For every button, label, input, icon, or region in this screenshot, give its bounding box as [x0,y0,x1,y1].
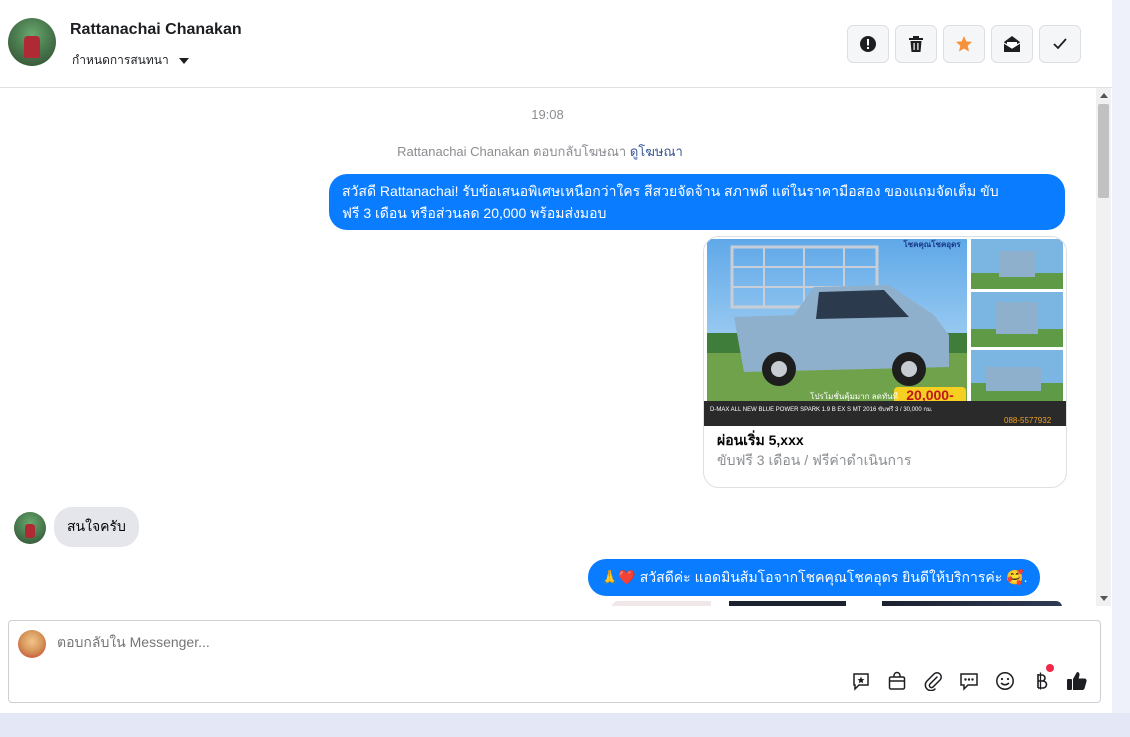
quick-reply-button[interactable] [957,669,981,693]
star-icon [956,36,972,52]
thumbs-up-icon [1067,672,1087,690]
ad-card-subtitle: ขับฟรี 3 เดือน / ฟรีค่าดำเนินการ [717,452,912,468]
saved-reply-button[interactable] [849,669,873,693]
report-icon [860,36,876,52]
attach-button[interactable] [921,669,945,693]
payment-button[interactable] [1029,669,1053,693]
trash-icon [909,36,923,52]
ad-image-spec-text: D-MAX ALL NEW BLUE POWER SPARK 1.9 B EX … [710,405,933,413]
ad-image-brand-text: โชคคุณโชคอุดร [902,239,961,250]
like-button[interactable] [1065,669,1089,693]
thread-timestamp: 19:08 [531,107,564,122]
ad-card[interactable]: 20,000- โปรโมชั่นคุ้มมาก ลดทันที โชคคุณโ… [703,236,1067,488]
saved-reply-icon [853,673,869,691]
ad-image-discount-text: 20,000- [906,387,954,403]
ad-image-promo-text: โปรโมชั่นคุ้มมาก ลดทันที [810,390,898,401]
assign-label: กำหนดการสนทนา [72,53,169,67]
attachment-icon [924,672,942,691]
ad-image: 20,000- โปรโมชั่นคุ้มมาก ลดทันที โชคคุณโ… [704,237,1066,426]
thread-scrollbar[interactable] [1096,88,1111,606]
delete-button[interactable] [895,25,937,63]
conversation-header: Rattanachai Chanakan กำหนดการสนทนา [0,0,1112,88]
right-gutter [1112,0,1130,713]
ad-reply-notice: Rattanachai Chanakan ตอบกลับโฆษณา ดูโฆษณ… [0,141,1080,162]
contact-name[interactable]: Rattanachai Chanakan [70,21,242,39]
contact-avatar[interactable] [8,18,56,66]
reply-composer [8,620,1101,703]
outgoing-message-line-2: ฟรี 3 เดือน หรือส่วนลด 20,000 พร้อมส่งมอ… [342,205,607,221]
mark-unread-icon [1003,36,1021,52]
scroll-thumb[interactable] [1098,104,1109,198]
outgoing-message-line-1: สวัสดี Rattanachai! รับข้อเสนอพิเศษเหนือ… [342,183,999,199]
report-button[interactable] [847,25,889,63]
ad-image-phone-text: 088-5577932 [1004,416,1052,425]
ad-card-title: ผ่อนเริ่ม 5,xxx [717,432,804,448]
chat-bubbles-icon [960,673,978,691]
payment-notification-dot [1046,664,1054,672]
mark-done-button[interactable] [1039,25,1081,63]
caret-down-icon [178,57,189,64]
message-thread[interactable]: 19:08 Rattanachai Chanakan ตอบกลับโฆษณา … [0,88,1095,606]
ad-reply-notice-text: Rattanachai Chanakan ตอบกลับโฆษณา [397,144,627,159]
view-ad-link[interactable]: ดูโฆษณา [630,144,683,159]
outgoing-message: สวัสดี Rattanachai! รับข้อเสนอพิเศษเหนือ… [329,174,1065,230]
reply-input[interactable] [57,634,757,650]
emoji-button[interactable] [993,669,1017,693]
scroll-up-arrow-icon[interactable] [1100,93,1108,98]
mark-unread-button[interactable] [991,25,1033,63]
assign-conversation-dropdown[interactable]: กำหนดการสนทนา [72,51,189,70]
baht-payment-icon [1037,672,1048,690]
shop-button[interactable] [885,669,909,693]
outgoing-message-2: 🙏❤️ สวัสดีค่ะ แอดมินส้มโอจากโชคคุณโชคอุด… [588,559,1041,596]
shop-bag-icon [888,671,906,690]
incoming-message: สนใจครับ [54,507,139,547]
check-icon [1053,38,1067,50]
partial-image-attachment[interactable] [612,601,1062,606]
emoji-icon [996,672,1014,690]
star-button[interactable] [943,25,985,63]
contact-avatar-small[interactable] [14,512,46,544]
scroll-down-arrow-icon[interactable] [1100,596,1108,601]
conversation-panel: Rattanachai Chanakan กำหนดการสนทนา 19:08… [0,0,1112,713]
page-avatar [18,630,46,658]
